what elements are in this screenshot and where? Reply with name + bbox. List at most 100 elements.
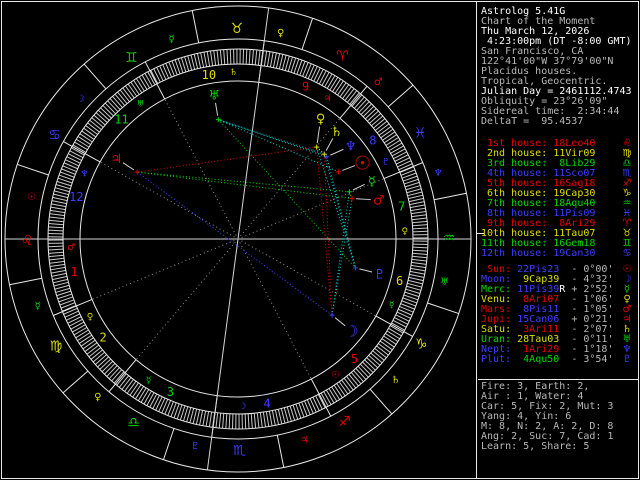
house-ruler-saturn-icon: ♄ (229, 68, 237, 78)
degree-tick (95, 112, 108, 124)
sign-boundary-line (427, 302, 459, 315)
degree-tick (378, 126, 392, 136)
degree-tick (332, 78, 341, 92)
chart-header-block: Astrolog 5.41G Chart of the Moment Thu Mar… (481, 7, 637, 127)
degree-tick (357, 365, 369, 378)
degree-tick (334, 80, 344, 94)
degree-tick (350, 372, 362, 385)
degree-tick (374, 120, 388, 131)
degree-tick (121, 377, 132, 390)
degree-tick (394, 317, 409, 325)
aspect-sextile-line (218, 119, 339, 173)
degree-tick (412, 220, 428, 224)
sign-leo-icon: ♌ (21, 233, 34, 249)
degree-tick (75, 329, 89, 339)
degree-tick (251, 49, 254, 65)
sign-boundary-line (191, 10, 200, 43)
degree-tick (53, 193, 69, 199)
planet-icon: ♇ (622, 354, 632, 365)
degree-tick (122, 87, 133, 101)
degree-tick (372, 350, 385, 361)
degree-tick (376, 345, 389, 356)
planet-pointer-line (316, 126, 321, 144)
sign-boundary-line (276, 435, 285, 468)
degree-tick (411, 258, 427, 262)
degree-tick (271, 410, 276, 426)
degree-tick (87, 122, 100, 133)
house-cusp-text: 12th house: 19Can30 (481, 248, 596, 259)
degree-tick (362, 105, 375, 118)
degree-tick (370, 352, 383, 364)
degree-tick (70, 321, 85, 330)
degree-tick (66, 156, 81, 164)
degree-tick (262, 412, 267, 428)
house-number-2: 2 (100, 331, 107, 345)
house-number-4: 4 (264, 397, 271, 411)
house-number-11: 11 (114, 113, 128, 127)
degree-tick (412, 224, 428, 227)
degree-tick (156, 67, 164, 82)
degree-tick (408, 197, 424, 203)
degree-tick (104, 363, 116, 375)
sign-ruler-mercury-icon: ☿ (169, 34, 175, 45)
degree-tick (144, 73, 153, 87)
degree-tick (48, 251, 64, 254)
sign-boundary-line (17, 163, 49, 176)
house-number-7: 7 (398, 200, 405, 214)
degree-tick (362, 361, 374, 373)
degree-tick (48, 223, 64, 226)
degree-tick (159, 65, 167, 80)
degree-tick (250, 413, 253, 429)
degree-tick (203, 51, 208, 67)
degree-tick (150, 69, 159, 84)
chart-axis-line (206, 238, 239, 471)
planet-pointer-line (352, 183, 365, 191)
degree-tick (114, 93, 126, 106)
degree-tick (190, 54, 196, 70)
degree-tick (216, 50, 220, 66)
degree-tick (341, 379, 351, 393)
degree-tick (278, 54, 284, 70)
header-line: DeltaT = 95.4537 (481, 117, 637, 127)
degree-tick (318, 70, 327, 85)
degree-tick (387, 139, 401, 149)
planet-name: Plut: (481, 354, 512, 365)
degree-tick (158, 397, 166, 412)
degree-tick (281, 55, 287, 70)
degree-tick (257, 50, 261, 66)
house-number-12: 12 (69, 190, 83, 204)
degree-tick (382, 131, 396, 141)
degree-tick (48, 248, 64, 251)
degree-tick (129, 382, 139, 396)
degree-tick (53, 281, 69, 287)
degree-tick (192, 408, 198, 424)
sign-pisces-icon: ♓ (414, 125, 427, 141)
degree-tick (389, 325, 404, 334)
sign-gemini-icon: ♊ (125, 50, 138, 66)
planet-list: Sun: 22Pis23 - 0°00' ☉ Moon: 9Cap39 - 4°32… (481, 265, 637, 365)
degree-tick (52, 275, 68, 281)
degree-tick (388, 142, 403, 152)
degree-tick (386, 330, 400, 340)
degree-tick (410, 267, 426, 272)
sign-ruler-venus-icon: ♀ (94, 392, 101, 403)
degree-tick (307, 64, 315, 79)
degree-tick (397, 160, 412, 168)
degree-tick (351, 94, 363, 107)
planet-row: Plut: 4Aqu50 - 3°54' ♇ (481, 355, 637, 365)
header-text: DeltaT = 95.4537 (481, 116, 584, 127)
planet-pointer-line (330, 148, 344, 156)
house-ruler-jupiter-icon: ♃ (323, 94, 331, 104)
sign-boundary-line (301, 18, 314, 50)
degree-tick (73, 326, 88, 336)
degree-tick (344, 88, 355, 101)
wheel-planet-uranus-icon: ♅ (208, 89, 220, 104)
degree-tick (83, 127, 97, 138)
degree-tick (398, 308, 413, 316)
sign-ruler-mercury-icon: ☿ (35, 301, 41, 312)
degree-tick (331, 386, 341, 400)
degree-tick (411, 210, 427, 215)
house-ruler-mercury-icon: ☿ (146, 376, 152, 386)
degree-tick (97, 356, 109, 368)
chart-stats-block: Fire: 3, Earth: 2, Air : 1, Water: 4 Car: … (481, 382, 637, 452)
